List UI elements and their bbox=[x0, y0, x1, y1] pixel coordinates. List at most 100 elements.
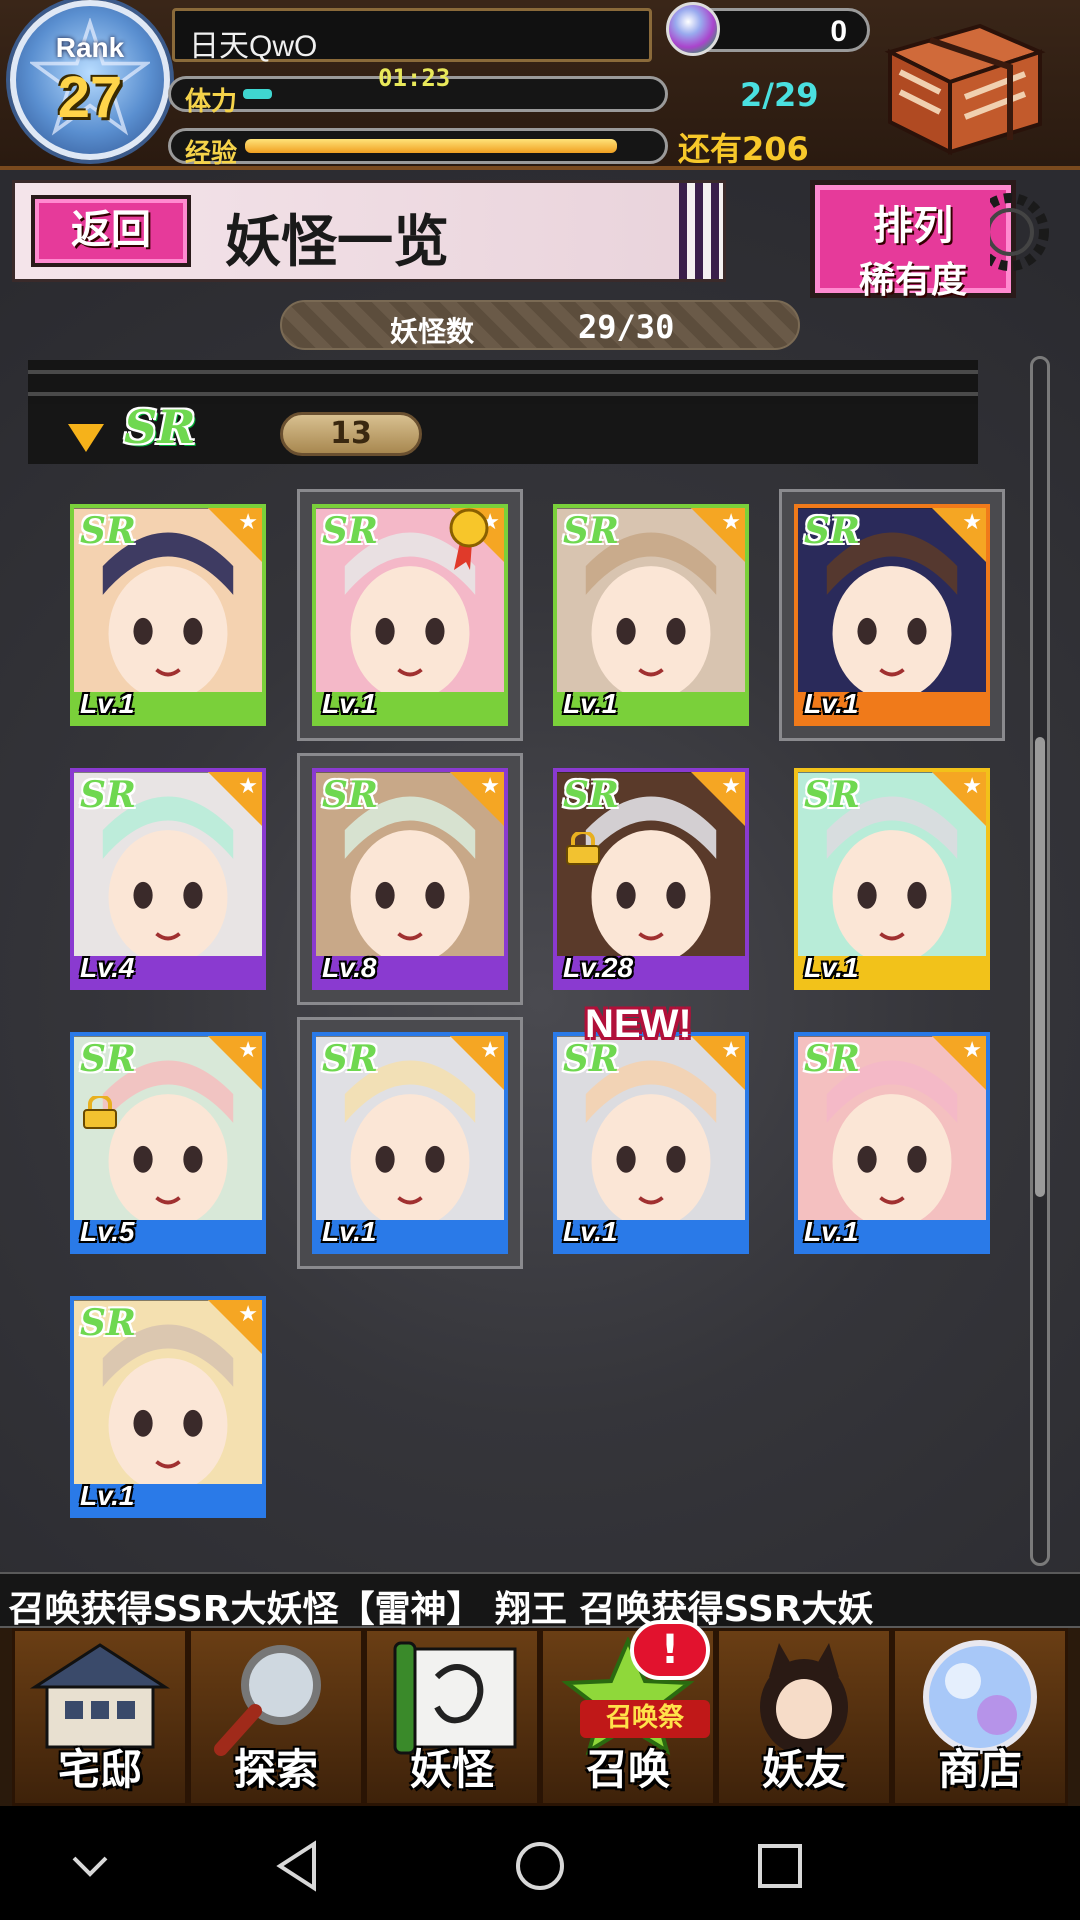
section-count: 13 bbox=[280, 412, 422, 456]
yokai-list[interactable]: SR 13 SR ★ Lv.1 SR ★ Lv.1 SR ★ Lv.1 SR ★ Lv.1 SR ★ Lv.… bbox=[0, 352, 1080, 1572]
exp-bar: 经验 bbox=[168, 128, 668, 169]
exp-remaining: 还有206 bbox=[678, 130, 809, 168]
star-icon: ★ bbox=[962, 774, 982, 799]
nav-summon-label: 召唤 bbox=[585, 1745, 670, 1794]
rarity-badge: SR bbox=[322, 1038, 378, 1080]
star-icon: ★ bbox=[238, 510, 258, 535]
yokai-card[interactable]: SR ★ Lv.1 bbox=[70, 1296, 266, 1518]
yokai-count-value: 29/30 bbox=[578, 308, 675, 346]
exp-fill bbox=[245, 139, 617, 153]
sort-button[interactable]: 排列 稀有度 bbox=[810, 180, 1016, 301]
rarity-badge: SR bbox=[124, 400, 196, 454]
level-label: Lv.4 bbox=[80, 952, 135, 983]
rarity-badge: SR bbox=[804, 774, 860, 816]
nav-yokai[interactable]: 妖怪 bbox=[364, 1628, 540, 1806]
new-badge: NEW! bbox=[585, 1002, 692, 1046]
star-icon: ★ bbox=[721, 1038, 741, 1063]
collapse-arrow-icon[interactable] bbox=[68, 424, 104, 452]
star-icon: ★ bbox=[238, 1302, 258, 1327]
status-bar: Rank 27 日天QwO 体力 01:23 经验 0 2/29 还有206 bbox=[0, 0, 1080, 170]
rarity-section-header[interactable]: SR 13 bbox=[28, 360, 978, 464]
crystal-orb-icon bbox=[666, 2, 720, 56]
back-triangle-icon[interactable] bbox=[270, 1836, 330, 1896]
yokai-card[interactable]: SR ★ Lv.5 bbox=[70, 1032, 266, 1254]
yokai-card[interactable]: SR ★ Lv.1 bbox=[312, 504, 508, 726]
scroll-thumb[interactable] bbox=[1035, 737, 1045, 1197]
player-name: 日天QwO bbox=[189, 30, 318, 63]
yokai-card[interactable]: SR ★ Lv.8 bbox=[312, 768, 508, 990]
page-title: 妖怪一览 bbox=[225, 209, 449, 275]
rank-label: Rank bbox=[55, 32, 125, 63]
yokai-card[interactable]: SR ★ Lv.1 bbox=[70, 504, 266, 726]
present-box-icon[interactable] bbox=[870, 12, 1050, 162]
game-screen: { "player": { "rank_label": "Rank", "ran… bbox=[0, 0, 1080, 1920]
level-label: Lv.1 bbox=[804, 1216, 859, 1247]
rarity-badge: SR bbox=[80, 1038, 136, 1080]
home-circle-icon[interactable] bbox=[510, 1836, 570, 1896]
yokai-card[interactable]: SR ★ Lv.1 bbox=[794, 1032, 990, 1254]
rank-badge[interactable]: Rank 27 bbox=[10, 0, 170, 160]
level-label: Lv.1 bbox=[804, 952, 859, 983]
level-label: Lv.5 bbox=[80, 1216, 135, 1247]
yokai-card[interactable]: SR ★ Lv.1 bbox=[553, 504, 749, 726]
rarity-badge: SR bbox=[80, 510, 136, 552]
level-label: Lv.1 bbox=[80, 1480, 135, 1511]
stamina-timer: 01:23 bbox=[378, 64, 451, 92]
scrollbar[interactable] bbox=[1030, 356, 1050, 1566]
star-icon: ★ bbox=[480, 1038, 500, 1063]
yokai-count: 妖怪数 29/30 bbox=[280, 300, 800, 350]
rarity-badge: SR bbox=[80, 774, 136, 816]
nav-shop[interactable]: 商店 bbox=[892, 1628, 1068, 1806]
nav-explore[interactable]: 探索 bbox=[188, 1628, 364, 1806]
yokai-card[interactable]: SR ★ Lv.1 bbox=[794, 768, 990, 990]
medal-icon bbox=[449, 508, 489, 570]
yokai-count-label: 妖怪数 bbox=[390, 315, 475, 348]
yokai-card[interactable]: SR ★ Lv.4 bbox=[70, 768, 266, 990]
level-label: Lv.1 bbox=[563, 1216, 618, 1247]
back-button[interactable]: 返回 bbox=[31, 195, 191, 267]
nav-home-label: 宅邸 bbox=[57, 1745, 142, 1794]
bottom-nav: 宅邸 探索 妖怪 召唤 妖友 商店 bbox=[0, 1628, 1080, 1806]
star-icon: ★ bbox=[962, 510, 982, 535]
nav-yokai-label: 妖怪 bbox=[409, 1745, 494, 1794]
star-icon: ★ bbox=[238, 1038, 258, 1063]
nav-shop-label: 商店 bbox=[937, 1745, 1022, 1794]
level-label: Lv.1 bbox=[563, 688, 618, 719]
ticker-text: 梦 召唤获得SSR大妖怪【雷神】 翔王 召唤获得SSR大妖 bbox=[0, 1589, 874, 1628]
star-icon: ★ bbox=[962, 1038, 982, 1063]
sort-label: 排列 bbox=[873, 203, 953, 249]
rarity-badge: SR bbox=[563, 774, 619, 816]
nav-friends-label: 妖友 bbox=[761, 1745, 846, 1794]
level-label: Lv.28 bbox=[563, 952, 634, 983]
yokai-card[interactable]: SR ★ Lv.28 bbox=[553, 768, 749, 990]
star-icon: ★ bbox=[721, 510, 741, 535]
level-label: Lv.8 bbox=[322, 952, 377, 983]
rank-number: 27 bbox=[57, 65, 123, 130]
stamina-label: 体力 bbox=[185, 87, 238, 117]
level-label: Lv.1 bbox=[322, 1216, 377, 1247]
recents-square-icon[interactable] bbox=[750, 1836, 810, 1896]
sort-value: 稀有度 bbox=[858, 260, 967, 301]
yokai-card[interactable]: SR ★ Lv.1 bbox=[794, 504, 990, 726]
rarity-badge: SR bbox=[804, 510, 860, 552]
level-label: Lv.1 bbox=[804, 688, 859, 719]
yokai-card[interactable]: SR ★ Lv.1 bbox=[553, 1032, 749, 1254]
nav-home[interactable]: 宅邸 bbox=[12, 1628, 188, 1806]
star-icon: ★ bbox=[480, 774, 500, 799]
nav-friends[interactable]: 妖友 bbox=[716, 1628, 892, 1806]
stamina-count: 2/29 bbox=[740, 76, 819, 114]
exp-label: 经验 bbox=[185, 139, 238, 169]
rarity-badge: SR bbox=[322, 510, 378, 552]
gem-count: 0 bbox=[830, 15, 847, 48]
title-banner: 返回 妖怪一览 bbox=[12, 180, 726, 282]
chevron-down-icon[interactable] bbox=[60, 1836, 120, 1896]
summon-event-ribbon: 召唤祭 bbox=[580, 1700, 710, 1738]
rarity-badge: SR bbox=[322, 774, 378, 816]
banner-stripe bbox=[679, 183, 723, 279]
yokai-card[interactable]: SR ★ Lv.1 bbox=[312, 1032, 508, 1254]
star-icon: ★ bbox=[721, 774, 741, 799]
lock-icon bbox=[566, 832, 600, 865]
nav-explore-label: 探索 bbox=[233, 1745, 318, 1794]
rarity-badge: SR bbox=[80, 1302, 136, 1344]
news-ticker: 梦 召唤获得SSR大妖怪【雷神】 翔王 召唤获得SSR大妖 bbox=[0, 1572, 1080, 1628]
